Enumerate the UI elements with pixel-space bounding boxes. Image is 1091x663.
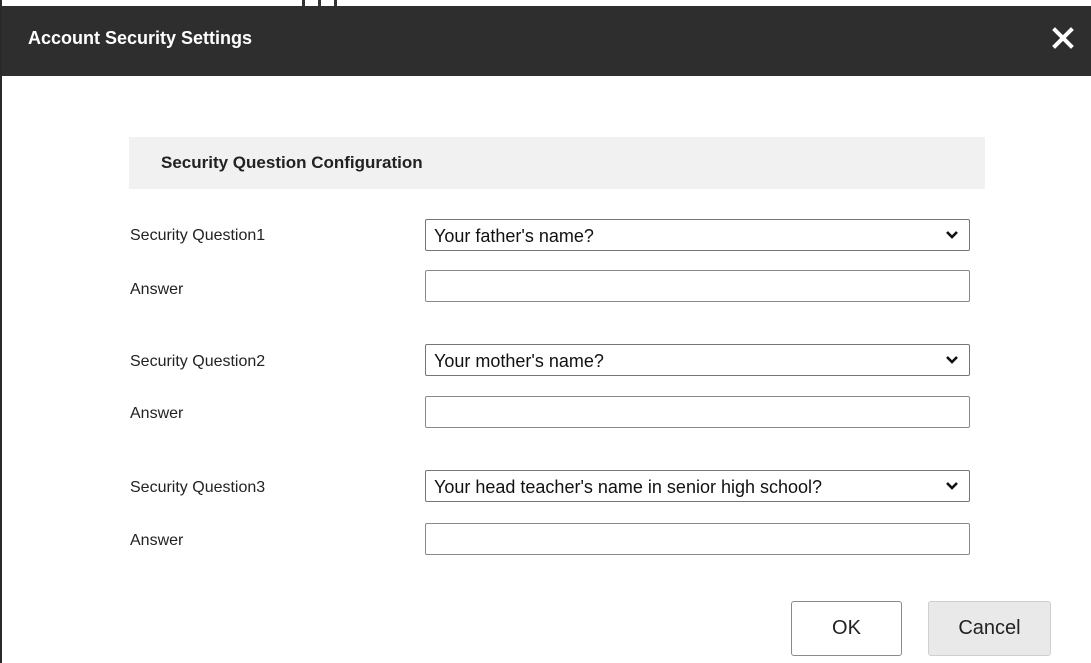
security-question-1-select[interactable]: Your father's name? [425, 219, 970, 251]
answer-2-input[interactable] [425, 396, 970, 428]
answer-1-label: Answer [130, 281, 184, 298]
security-question-1-value: Your father's name? [434, 226, 594, 246]
section-title: Security Question Configuration [161, 153, 423, 172]
security-question-1-label: Security Question1 [130, 227, 266, 244]
section-header: Security Question Configuration [129, 137, 985, 189]
ok-button[interactable]: OK [791, 601, 902, 656]
account-security-dialog: Account Security Settings Security Quest… [0, 0, 1091, 663]
chevron-down-icon [946, 356, 958, 364]
security-question-2-select[interactable]: Your mother's name? [425, 344, 970, 376]
dialog-titlebar: Account Security Settings [2, 6, 1091, 76]
security-question-3-label: Security Question3 [130, 479, 266, 496]
chevron-down-icon [946, 231, 958, 239]
cancel-button[interactable]: Cancel [928, 601, 1051, 656]
answer-2-label: Answer [130, 405, 184, 422]
close-icon [1052, 27, 1074, 49]
security-question-2-value: Your mother's name? [434, 351, 604, 371]
answer-1-input[interactable] [425, 270, 970, 302]
answer-3-input[interactable] [425, 523, 970, 555]
security-question-2-label: Security Question2 [130, 353, 266, 370]
chevron-down-icon [946, 482, 958, 490]
answer-3-label: Answer [130, 532, 184, 549]
security-question-3-select[interactable]: Your head teacher's name in senior high … [425, 470, 970, 502]
close-button[interactable] [1049, 24, 1077, 52]
security-question-3-value: Your head teacher's name in senior high … [434, 477, 823, 497]
dialog-title: Account Security Settings [28, 28, 253, 48]
